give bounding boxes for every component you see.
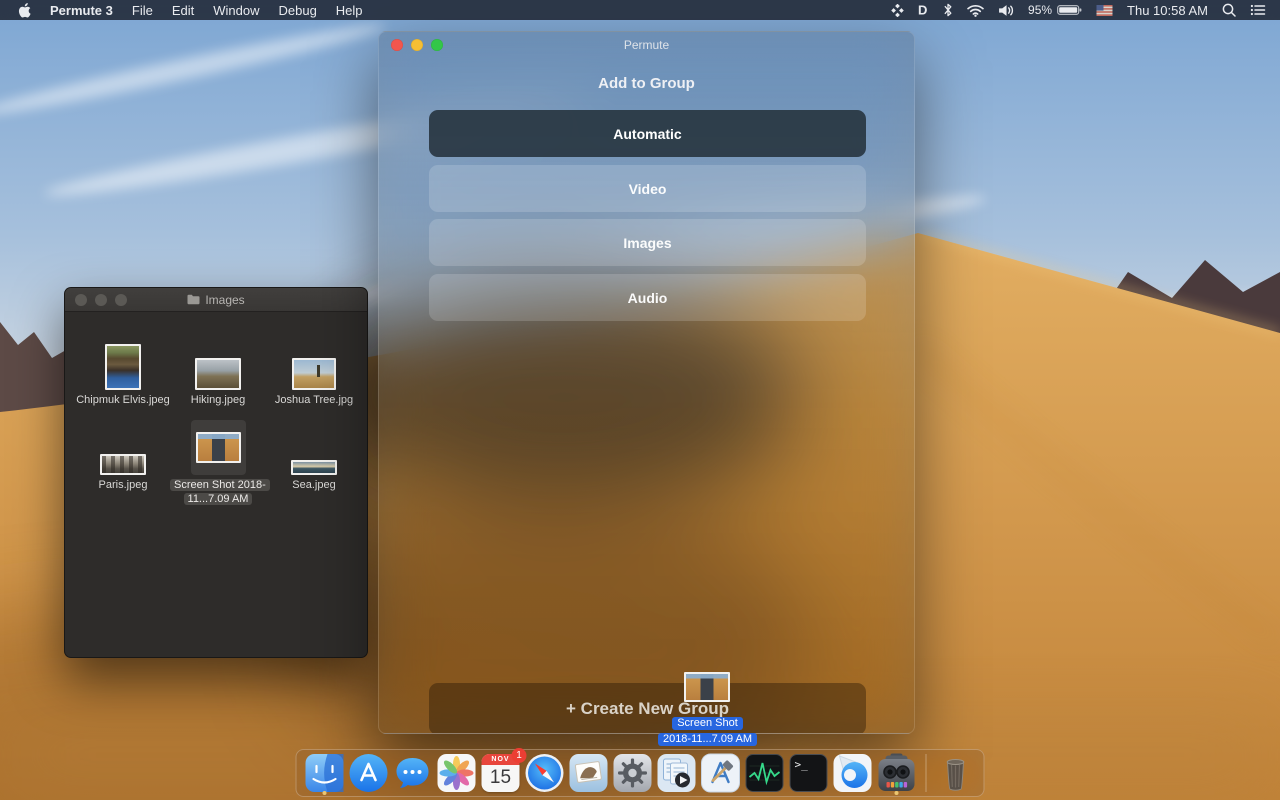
drag-ghost-label: Screen Shot 2018-11...7.09 AM bbox=[620, 715, 795, 747]
permute-window-title: Permute bbox=[379, 38, 914, 52]
spotlight-search-icon[interactable] bbox=[1222, 3, 1236, 17]
selection-highlight bbox=[191, 420, 246, 475]
svg-text:>_: >_ bbox=[795, 758, 809, 771]
file-label: Chipmuk Elvis.jpeg bbox=[75, 394, 171, 408]
running-indicator bbox=[895, 791, 899, 795]
file-label: Paris.jpeg bbox=[75, 479, 171, 493]
dock-item-safari[interactable] bbox=[524, 752, 566, 794]
file-thumbnail-hiking[interactable] bbox=[195, 358, 241, 390]
permute-window: Permute Add to Group Automatic Video Ima… bbox=[378, 31, 915, 734]
finder-window-title: Images bbox=[65, 293, 367, 307]
dock-item-messages[interactable] bbox=[392, 752, 434, 794]
menu-clock[interactable]: Thu 10:58 AM bbox=[1127, 3, 1208, 18]
terminal-icon: >_ bbox=[789, 753, 829, 793]
menu-file[interactable]: File bbox=[132, 3, 153, 18]
dock-item-terminal[interactable]: >_ bbox=[788, 752, 830, 794]
dock-item-activity-monitor[interactable] bbox=[744, 752, 786, 794]
xcode-icon bbox=[701, 753, 741, 793]
input-source-flag-icon[interactable] bbox=[1096, 5, 1113, 16]
file-label: Joshua Tree.jpg bbox=[266, 394, 362, 408]
dock-item-downie[interactable] bbox=[832, 752, 874, 794]
menu-edit[interactable]: Edit bbox=[172, 3, 194, 18]
file-label: Hiking.jpeg bbox=[170, 394, 266, 408]
safari-icon bbox=[525, 753, 565, 793]
dock-item-permute[interactable] bbox=[876, 752, 918, 794]
running-indicator bbox=[323, 791, 327, 795]
dock-item-quicktime-player[interactable] bbox=[656, 752, 698, 794]
file-thumbnail-chipmuk[interactable] bbox=[105, 344, 141, 390]
add-to-group-heading: Add to Group bbox=[379, 75, 914, 92]
dock-item-mail[interactable] bbox=[568, 752, 610, 794]
permute-robot-icon bbox=[877, 753, 917, 793]
battery-icon bbox=[1057, 4, 1082, 16]
file-label-selected: Screen Shot 2018-11...7.09 AM bbox=[170, 479, 266, 507]
finder-window-images: Images Chipmuk Elvis.jpeg Hiking.jpeg Jo… bbox=[64, 287, 368, 658]
menu-window[interactable]: Window bbox=[213, 3, 259, 18]
file-hiking[interactable]: Hiking.jpeg bbox=[170, 334, 266, 408]
app-store-icon bbox=[349, 753, 389, 793]
downie-icon bbox=[833, 753, 873, 793]
dock-item-system-preferences[interactable] bbox=[612, 752, 654, 794]
photos-icon bbox=[437, 753, 477, 793]
dock-separator bbox=[926, 754, 927, 792]
menu-debug[interactable]: Debug bbox=[278, 3, 316, 18]
diamond-grid-icon[interactable] bbox=[891, 4, 904, 17]
wifi-icon[interactable] bbox=[967, 4, 984, 17]
file-chipmuk-elvis[interactable]: Chipmuk Elvis.jpeg bbox=[75, 334, 171, 408]
apple-menu-icon[interactable] bbox=[18, 3, 31, 18]
dock-item-finder[interactable] bbox=[304, 752, 346, 794]
battery-status[interactable]: 95% bbox=[1028, 3, 1082, 17]
finder-icon bbox=[305, 753, 345, 793]
dock-item-trash[interactable] bbox=[935, 752, 977, 794]
d-menu-extra-icon[interactable]: D bbox=[918, 3, 929, 17]
menu-bar: Permute 3 File Edit Window Debug Help D … bbox=[0, 0, 1280, 20]
mail-icon bbox=[569, 753, 609, 793]
messages-icon bbox=[393, 753, 433, 793]
pulse-graph-icon bbox=[745, 753, 785, 793]
group-button-automatic[interactable]: Automatic bbox=[429, 110, 866, 157]
group-button-video[interactable]: Video bbox=[429, 165, 866, 212]
dock-item-app-store[interactable] bbox=[348, 752, 390, 794]
trash-icon bbox=[936, 753, 976, 793]
permute-titlebar[interactable]: Permute bbox=[379, 32, 914, 58]
notification-center-list-icon[interactable] bbox=[1250, 4, 1266, 16]
group-button-images[interactable]: Images bbox=[429, 219, 866, 266]
file-thumbnail-screen-shot[interactable] bbox=[196, 432, 241, 463]
volume-icon[interactable] bbox=[998, 4, 1014, 17]
calendar-day: 15 bbox=[482, 765, 520, 791]
file-thumbnail-sea[interactable] bbox=[291, 460, 337, 475]
dock-item-xcode[interactable] bbox=[700, 752, 742, 794]
drag-ghost-thumbnail bbox=[684, 672, 730, 702]
file-paris[interactable]: Paris.jpeg bbox=[75, 419, 171, 493]
dock-item-photos[interactable] bbox=[436, 752, 478, 794]
gear-icon bbox=[613, 753, 653, 793]
document-player-icon bbox=[657, 753, 697, 793]
battery-percent-label: 95% bbox=[1028, 3, 1052, 17]
folder-icon bbox=[187, 294, 200, 305]
group-button-audio[interactable]: Audio bbox=[429, 274, 866, 321]
file-label: Sea.jpeg bbox=[266, 479, 362, 493]
dock: NOV 15 1 >_ bbox=[296, 749, 985, 797]
svg-text:D: D bbox=[918, 3, 927, 17]
file-joshua-tree[interactable]: Joshua Tree.jpg bbox=[266, 334, 362, 408]
finder-titlebar[interactable]: Images bbox=[65, 288, 367, 312]
file-thumbnail-paris[interactable] bbox=[100, 454, 146, 475]
desktop: { "menu_bar": { "app_name": "Permute 3",… bbox=[0, 0, 1280, 800]
menu-help[interactable]: Help bbox=[336, 3, 363, 18]
menu-app-name[interactable]: Permute 3 bbox=[50, 3, 113, 18]
dock-item-calendar[interactable]: NOV 15 1 bbox=[480, 752, 522, 794]
bluetooth-icon[interactable] bbox=[943, 3, 953, 17]
file-thumbnail-joshua[interactable] bbox=[292, 358, 336, 390]
file-screen-shot-selected[interactable]: Screen Shot 2018-11...7.09 AM bbox=[170, 419, 266, 507]
file-sea[interactable]: Sea.jpeg bbox=[266, 419, 362, 493]
